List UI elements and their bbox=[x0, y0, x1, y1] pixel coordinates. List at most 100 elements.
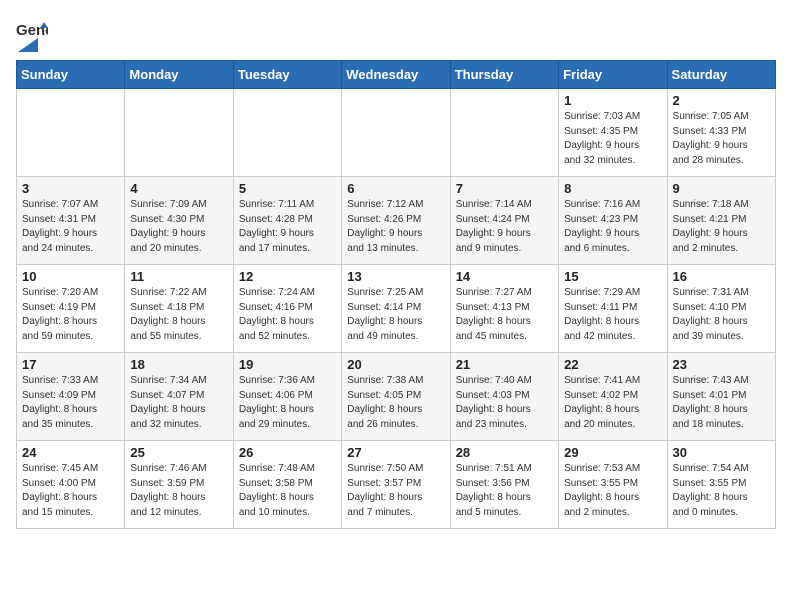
day-number: 16 bbox=[673, 269, 770, 284]
calendar-cell: 11Sunrise: 7:22 AM Sunset: 4:18 PM Dayli… bbox=[125, 265, 233, 353]
day-info: Sunrise: 7:48 AM Sunset: 3:58 PM Dayligh… bbox=[239, 462, 336, 520]
day-number: 1 bbox=[564, 93, 661, 108]
calendar-cell bbox=[125, 89, 233, 177]
calendar-cell: 18 Sunrise: 7:34 AM Sunset: 4:07 PM Dayli… bbox=[125, 353, 233, 441]
weekday-header-thursday: Thursday bbox=[450, 61, 558, 89]
day-number: 29 bbox=[564, 445, 661, 460]
calendar-cell: 12 Sunrise: 7:24 AM Sunset: 4:16 PM Dayli… bbox=[233, 265, 341, 353]
day-info: Sunrise: 7:51 AM Sunset: 3:56 PM Dayligh… bbox=[456, 462, 553, 520]
page-header: General bbox=[16, 16, 776, 52]
day-info: Sunrise: 7:18 AM Sunset: 4:21 PM Dayligh… bbox=[673, 198, 770, 256]
day-number: 9 bbox=[673, 181, 770, 196]
day-info: Sunrise: 7:25 AM Sunset: 4:14 PM Dayligh… bbox=[347, 286, 444, 344]
day-number: 10 bbox=[22, 269, 119, 284]
day-info: Sunrise: 7:20 AM Sunset: 4:19 PM Dayligh… bbox=[22, 286, 119, 344]
day-number: 21 bbox=[456, 357, 553, 372]
weekday-header-tuesday: Tuesday bbox=[233, 61, 341, 89]
day-info: Sunrise: 7:16 AM Sunset: 4:23 PM Dayligh… bbox=[564, 198, 661, 256]
logo: General bbox=[16, 20, 48, 52]
day-info: Sunrise: 7:03 AM Sunset: 4:35 PM Dayligh… bbox=[564, 110, 661, 168]
calendar-cell: 9 Sunrise: 7:18 AM Sunset: 4:21 PM Daylig… bbox=[667, 177, 775, 265]
day-number: 13 bbox=[347, 269, 444, 284]
calendar-cell: 19 Sunrise: 7:36 AM Sunset: 4:06 PM Dayli… bbox=[233, 353, 341, 441]
day-info: Sunrise: 7:53 AM Sunset: 3:55 PM Dayligh… bbox=[564, 462, 661, 520]
calendar-cell bbox=[342, 89, 450, 177]
day-number: 15 bbox=[564, 269, 661, 284]
day-number: 6 bbox=[347, 181, 444, 196]
day-number: 7 bbox=[456, 181, 553, 196]
day-info: Sunrise: 7:46 AM Sunset: 3:59 PM Dayligh… bbox=[130, 462, 227, 520]
calendar-cell: 8Sunrise: 7:16 AM Sunset: 4:23 PM Daylig… bbox=[559, 177, 667, 265]
day-info: Sunrise: 7:41 AM Sunset: 4:02 PM Dayligh… bbox=[564, 374, 661, 432]
logo-triangle-icon bbox=[18, 38, 38, 52]
day-info: Sunrise: 7:36 AM Sunset: 4:06 PM Dayligh… bbox=[239, 374, 336, 432]
day-info: Sunrise: 7:12 AM Sunset: 4:26 PM Dayligh… bbox=[347, 198, 444, 256]
day-number: 25 bbox=[130, 445, 227, 460]
calendar-week-row: 1 Sunrise: 7:03 AM Sunset: 4:35 PM Daylig… bbox=[17, 89, 776, 177]
calendar-cell: 4 Sunrise: 7:09 AM Sunset: 4:30 PM Daylig… bbox=[125, 177, 233, 265]
calendar-cell bbox=[233, 89, 341, 177]
weekday-header-wednesday: Wednesday bbox=[342, 61, 450, 89]
day-info: Sunrise: 7:45 AM Sunset: 4:00 PM Dayligh… bbox=[22, 462, 119, 520]
calendar-cell: 27Sunrise: 7:50 AM Sunset: 3:57 PM Dayli… bbox=[342, 441, 450, 529]
calendar-week-row: 17 Sunrise: 7:33 AM Sunset: 4:09 PM Dayli… bbox=[17, 353, 776, 441]
calendar-cell: 3Sunrise: 7:07 AM Sunset: 4:31 PM Daylig… bbox=[17, 177, 125, 265]
day-info: Sunrise: 7:29 AM Sunset: 4:11 PM Dayligh… bbox=[564, 286, 661, 344]
day-number: 23 bbox=[673, 357, 770, 372]
day-info: Sunrise: 7:11 AM Sunset: 4:28 PM Dayligh… bbox=[239, 198, 336, 256]
day-info: Sunrise: 7:38 AM Sunset: 4:05 PM Dayligh… bbox=[347, 374, 444, 432]
day-number: 28 bbox=[456, 445, 553, 460]
day-info: Sunrise: 7:40 AM Sunset: 4:03 PM Dayligh… bbox=[456, 374, 553, 432]
weekday-header-friday: Friday bbox=[559, 61, 667, 89]
day-info: Sunrise: 7:33 AM Sunset: 4:09 PM Dayligh… bbox=[22, 374, 119, 432]
day-number: 22 bbox=[564, 357, 661, 372]
calendar-cell: 28 Sunrise: 7:51 AM Sunset: 3:56 PM Dayli… bbox=[450, 441, 558, 529]
day-info: Sunrise: 7:54 AM Sunset: 3:55 PM Dayligh… bbox=[673, 462, 770, 520]
day-number: 26 bbox=[239, 445, 336, 460]
day-number: 20 bbox=[347, 357, 444, 372]
day-number: 19 bbox=[239, 357, 336, 372]
calendar-cell: 22 Sunrise: 7:41 AM Sunset: 4:02 PM Dayli… bbox=[559, 353, 667, 441]
day-number: 27 bbox=[347, 445, 444, 460]
day-number: 12 bbox=[239, 269, 336, 284]
calendar-cell: 25 Sunrise: 7:46 AM Sunset: 3:59 PM Dayli… bbox=[125, 441, 233, 529]
calendar-week-row: 3Sunrise: 7:07 AM Sunset: 4:31 PM Daylig… bbox=[17, 177, 776, 265]
calendar-cell bbox=[17, 89, 125, 177]
day-number: 2 bbox=[673, 93, 770, 108]
calendar-cell: 21 Sunrise: 7:40 AM Sunset: 4:03 PM Dayli… bbox=[450, 353, 558, 441]
day-number: 14 bbox=[456, 269, 553, 284]
calendar-table: SundayMondayTuesdayWednesdayThursdayFrid… bbox=[16, 60, 776, 529]
calendar-cell: 23 Sunrise: 7:43 AM Sunset: 4:01 PM Dayli… bbox=[667, 353, 775, 441]
weekday-header-monday: Monday bbox=[125, 61, 233, 89]
calendar-cell bbox=[450, 89, 558, 177]
day-number: 18 bbox=[130, 357, 227, 372]
calendar-cell: 29 Sunrise: 7:53 AM Sunset: 3:55 PM Dayli… bbox=[559, 441, 667, 529]
calendar-week-row: 24 Sunrise: 7:45 AM Sunset: 4:00 PM Dayli… bbox=[17, 441, 776, 529]
day-info: Sunrise: 7:09 AM Sunset: 4:30 PM Dayligh… bbox=[130, 198, 227, 256]
day-info: Sunrise: 7:31 AM Sunset: 4:10 PM Dayligh… bbox=[673, 286, 770, 344]
weekday-header-saturday: Saturday bbox=[667, 61, 775, 89]
day-info: Sunrise: 7:43 AM Sunset: 4:01 PM Dayligh… bbox=[673, 374, 770, 432]
day-info: Sunrise: 7:14 AM Sunset: 4:24 PM Dayligh… bbox=[456, 198, 553, 256]
day-number: 24 bbox=[22, 445, 119, 460]
calendar-cell: 15 Sunrise: 7:29 AM Sunset: 4:11 PM Dayli… bbox=[559, 265, 667, 353]
day-number: 3 bbox=[22, 181, 119, 196]
calendar-week-row: 10 Sunrise: 7:20 AM Sunset: 4:19 PM Dayli… bbox=[17, 265, 776, 353]
calendar-cell: 6 Sunrise: 7:12 AM Sunset: 4:26 PM Daylig… bbox=[342, 177, 450, 265]
calendar-cell: 10 Sunrise: 7:20 AM Sunset: 4:19 PM Dayli… bbox=[17, 265, 125, 353]
calendar-cell: 5Sunrise: 7:11 AM Sunset: 4:28 PM Daylig… bbox=[233, 177, 341, 265]
day-number: 4 bbox=[130, 181, 227, 196]
calendar-cell: 24 Sunrise: 7:45 AM Sunset: 4:00 PM Dayli… bbox=[17, 441, 125, 529]
weekday-header-sunday: Sunday bbox=[17, 61, 125, 89]
calendar-cell: 26 Sunrise: 7:48 AM Sunset: 3:58 PM Dayli… bbox=[233, 441, 341, 529]
calendar-cell: 17 Sunrise: 7:33 AM Sunset: 4:09 PM Dayli… bbox=[17, 353, 125, 441]
calendar-cell: 30 Sunrise: 7:54 AM Sunset: 3:55 PM Dayli… bbox=[667, 441, 775, 529]
day-number: 17 bbox=[22, 357, 119, 372]
calendar-cell: 20 Sunrise: 7:38 AM Sunset: 4:05 PM Dayli… bbox=[342, 353, 450, 441]
day-info: Sunrise: 7:24 AM Sunset: 4:16 PM Dayligh… bbox=[239, 286, 336, 344]
calendar-cell: 14Sunrise: 7:27 AM Sunset: 4:13 PM Dayli… bbox=[450, 265, 558, 353]
day-number: 30 bbox=[673, 445, 770, 460]
calendar-cell: 13 Sunrise: 7:25 AM Sunset: 4:14 PM Dayli… bbox=[342, 265, 450, 353]
calendar-cell: 2Sunrise: 7:05 AM Sunset: 4:33 PM Daylig… bbox=[667, 89, 775, 177]
day-info: Sunrise: 7:34 AM Sunset: 4:07 PM Dayligh… bbox=[130, 374, 227, 432]
